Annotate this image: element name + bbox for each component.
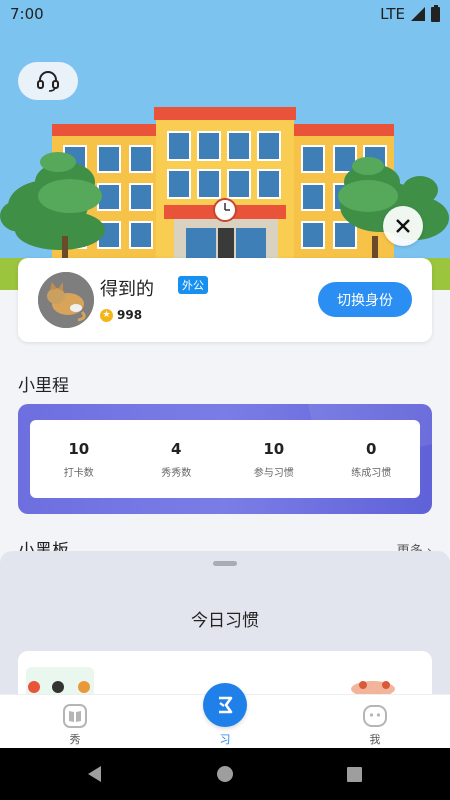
milestone-stats: 10 打卡数 4 秀秀数 10 参与习惯 0 练成习惯 [30,420,420,498]
network-label: LTE [380,5,405,23]
sheet-title: 今日习惯 [191,611,259,631]
tab-label: 我 [369,733,381,746]
switch-identity-button[interactable]: 切换身份 [318,282,412,317]
milestone-title: 小里程 [18,376,69,396]
school-illustration [0,107,450,290]
close-button[interactable] [383,206,423,246]
coin-icon: ★ [100,308,113,322]
avatar[interactable] [38,272,94,328]
stat-formed-habits[interactable]: 0 练成习惯 [323,420,421,498]
close-icon [396,219,410,233]
stat-value: 0 [366,439,377,458]
headset-icon [37,71,59,92]
points-value: 998 [117,308,143,322]
stat-checkins[interactable]: 10 打卡数 [30,420,128,498]
status-icons: LTE [380,4,440,23]
tab-show[interactable]: 秀 [35,695,115,749]
nav-buttons [88,766,362,782]
stat-value: 10 [68,439,90,458]
stat-label: 打卡数 [63,467,94,479]
role-badge: 外公 [178,276,208,294]
tab-me[interactable]: 我 [335,695,415,749]
stat-joined-habits[interactable]: 10 参与习惯 [225,420,323,498]
tab-label: 秀 [69,733,81,746]
back-icon[interactable] [88,766,101,782]
drag-handle[interactable] [213,561,237,566]
home-icon[interactable] [217,766,233,782]
hero-banner [0,0,450,290]
points-display: ★ 998 [100,308,142,322]
face-icon [363,705,387,727]
recents-icon[interactable] [347,767,362,782]
stat-label: 秀秀数 [161,467,192,479]
cat-photo-icon [38,272,94,328]
stat-shows[interactable]: 4 秀秀数 [128,420,226,498]
system-nav-bar [0,748,450,800]
habit-icon [219,696,233,714]
stat-value: 10 [263,439,285,458]
tab-label: 习 [219,733,231,746]
support-button[interactable] [18,62,78,100]
status-bar: 7:00 LTE [0,0,450,28]
profile-card: 得到的 外公 ★ 998 切换身份 [18,258,432,342]
milestone-card: 10 打卡数 4 秀秀数 10 参与习惯 0 练成习惯 [18,404,432,514]
user-name: 得到的 [100,279,154,300]
stat-label: 练成习惯 [351,467,392,479]
book-icon [63,704,87,728]
stat-value: 4 [171,439,182,458]
habit-center-button[interactable] [203,683,247,727]
stat-label: 参与习惯 [253,467,294,479]
status-time: 7:00 [10,5,44,23]
signal-icon [411,7,425,21]
battery-icon [431,4,440,22]
